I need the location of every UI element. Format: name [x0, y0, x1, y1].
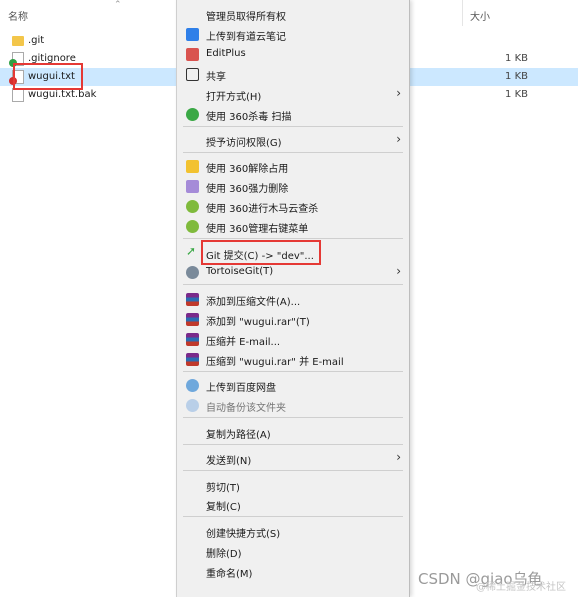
winrar-icon [186, 353, 199, 366]
file-size: 1 KB [505, 53, 528, 64]
menu-item-rar-email-named[interactable]: 压缩到 "wugui.rar" 并 E-mail [177, 349, 409, 369]
folder-icon [12, 36, 24, 46]
highlight-box-git-commit [201, 240, 321, 265]
menu-item-360-menu[interactable]: 使用 360管理右键菜单 [177, 216, 409, 236]
menu-item-copy[interactable]: 复制(C) [177, 494, 409, 514]
menu-item-tortoisegit[interactable]: TortoiseGit(T) › [177, 262, 409, 282]
menu-item-360-scan[interactable]: 使用 360杀毒 扫描 [177, 104, 409, 124]
file-size: 1 KB [505, 71, 528, 82]
menu-item-grant-access[interactable]: 授予访问权限(G) › [177, 130, 409, 150]
youdao-icon [186, 28, 199, 41]
column-header-size[interactable]: 大小 [470, 8, 490, 23]
share-icon [186, 68, 199, 81]
menu-item-360-unlock[interactable]: 使用 360解除占用 [177, 156, 409, 176]
document-icon [12, 88, 24, 102]
menu-item-rar-add[interactable]: 添加到压缩文件(A)... [177, 289, 409, 309]
file-name: .git [28, 35, 45, 46]
menu-item-rar-add-named[interactable]: 添加到 "wugui.rar"(T) [177, 309, 409, 329]
menu-separator [183, 238, 403, 239]
menu-separator [183, 470, 403, 471]
menu-item-rar-email[interactable]: 压缩并 E-mail... [177, 329, 409, 349]
column-divider[interactable] [462, 0, 463, 26]
baidu-backup-icon [186, 399, 199, 412]
git-commit-icon: ➚ [186, 244, 197, 258]
submenu-arrow-icon: › [396, 450, 401, 464]
highlight-box-file [13, 63, 83, 90]
submenu-arrow-icon: › [396, 264, 401, 278]
baidu-cloud-icon [186, 379, 199, 392]
menu-item-youdao[interactable]: 上传到有道云笔记 [177, 24, 409, 44]
menu-item-create-shortcut[interactable]: 创建快捷方式(S) [177, 521, 409, 541]
menu-item-take-ownership[interactable]: 管理员取得所有权 [177, 4, 409, 24]
menu-separator [183, 371, 403, 372]
file-size: 1 KB [505, 89, 528, 100]
menu-item-baidu-upload[interactable]: 上传到百度网盘 [177, 375, 409, 395]
menu-separator [183, 126, 403, 127]
menu-separator [183, 444, 403, 445]
menu-item-360-trojan[interactable]: 使用 360进行木马云查杀 [177, 196, 409, 216]
menu-item-copy-path[interactable]: 复制为路径(A) [177, 422, 409, 442]
menu-item-baidu-backup[interactable]: 自动备份该文件夹 [177, 395, 409, 415]
menu-item-delete[interactable]: 删除(D) [177, 541, 409, 561]
delete-360-icon [186, 180, 199, 193]
menu-separator [183, 152, 403, 153]
sort-chevron-icon: ⌃ [114, 0, 122, 10]
file-name: wugui.txt.bak [28, 89, 97, 100]
shield-360-icon [186, 108, 199, 121]
menu-item-open-with[interactable]: 打开方式(H) › [177, 84, 409, 104]
menu-360-icon [186, 220, 199, 233]
winrar-icon [186, 313, 199, 326]
menu-item-send-to[interactable]: 发送到(N) › [177, 448, 409, 468]
column-header-name[interactable]: 名称 [8, 8, 28, 23]
submenu-arrow-icon: › [396, 132, 401, 146]
menu-separator [183, 284, 403, 285]
menu-separator [183, 417, 403, 418]
menu-separator [183, 516, 403, 517]
tortoisegit-icon [186, 266, 199, 279]
menu-item-rename[interactable]: 重命名(M) [177, 561, 409, 581]
trojan-360-icon [186, 200, 199, 213]
context-menu: 管理员取得所有权 上传到有道云笔记 EditPlus 共享 打开方式(H) › … [176, 0, 410, 597]
menu-item-360-delete[interactable]: 使用 360强力删除 [177, 176, 409, 196]
winrar-icon [186, 293, 199, 306]
unlock-360-icon [186, 160, 199, 173]
menu-item-share[interactable]: 共享 [177, 64, 409, 84]
menu-item-cut[interactable]: 剪切(T) [177, 475, 409, 495]
winrar-icon [186, 333, 199, 346]
submenu-arrow-icon: › [396, 86, 401, 100]
editplus-icon [186, 48, 199, 61]
watermark-sub: @稀土掘金技术社区 [476, 582, 566, 593]
menu-item-editplus[interactable]: EditPlus [177, 44, 409, 64]
